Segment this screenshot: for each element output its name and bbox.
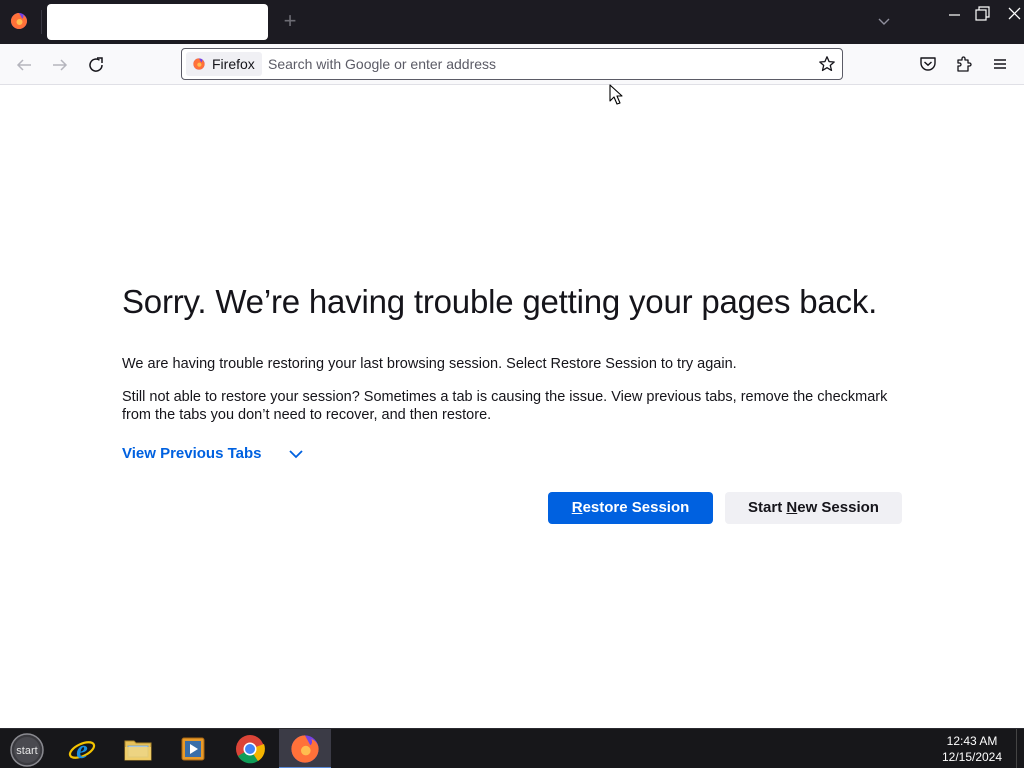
taskbar-app-media-player[interactable] [167, 729, 219, 768]
arrow-right-icon[interactable] [48, 53, 72, 77]
identity-label: Firefox [212, 56, 255, 72]
pocket-icon[interactable] [918, 54, 938, 74]
restore-window-icon[interactable] [969, 4, 995, 26]
mouse-cursor-icon [609, 84, 623, 105]
close-icon[interactable] [1002, 4, 1024, 26]
start-button[interactable]: start [8, 732, 46, 768]
new-session-label-before: Start [748, 499, 787, 516]
hamburger-icon[interactable] [990, 54, 1010, 74]
reload-icon[interactable] [84, 53, 108, 77]
system-clock[interactable]: 12:43 AM 12/15/2024 [930, 733, 1014, 765]
page-title: Sorry. We’re having trouble getting your… [122, 283, 878, 320]
arrow-left-icon[interactable] [12, 53, 36, 77]
internet-explorer-icon: e [68, 735, 96, 764]
clock-time: 12:43 AM [946, 734, 998, 748]
start-label: start [16, 745, 37, 757]
start-new-session-button[interactable]: Start New Session [725, 492, 902, 524]
url-input[interactable] [268, 52, 798, 76]
media-player-icon [181, 737, 205, 761]
firefox-logo-icon[interactable] [9, 11, 29, 31]
hint-text: Still not able to restore your session? … [122, 389, 888, 423]
restore-label-rest: estore Session [582, 499, 690, 516]
chrome-icon [236, 735, 265, 764]
clock-date: 12/15/2024 [941, 750, 1003, 764]
svg-text:e: e [76, 735, 88, 764]
folder-icon [124, 740, 152, 761]
minimize-icon[interactable] [942, 4, 968, 26]
new-session-accesskey: N [786, 499, 798, 516]
identity-box[interactable]: Firefox [186, 52, 262, 76]
new-session-label-after: ew Session [797, 499, 879, 516]
session-restore-page: Sorry. We’re having trouble getting your… [0, 86, 1024, 728]
restore-session-button[interactable]: Restore Session [548, 492, 713, 524]
show-desktop-button[interactable] [1016, 729, 1024, 768]
taskbar-app-chrome[interactable] [224, 729, 276, 768]
chevron-down-icon[interactable] [287, 446, 305, 462]
description-text: We are having trouble restoring your las… [122, 356, 737, 372]
chevron-down-icon[interactable] [874, 13, 894, 31]
address-bar[interactable]: Firefox [181, 48, 843, 80]
puzzle-icon[interactable] [954, 54, 974, 74]
new-tab-button[interactable]: + [278, 10, 302, 34]
view-previous-tabs-link[interactable]: View Previous Tabs [122, 445, 262, 465]
firefox-logo-icon [193, 58, 205, 70]
taskbar: start e 12:43 AM 12/15/2024 [0, 728, 1024, 768]
tab-active[interactable] [47, 4, 268, 40]
star-icon[interactable] [818, 55, 836, 73]
nav-bar: Firefox [0, 44, 1024, 85]
taskbar-app-internet-explorer[interactable]: e [56, 729, 108, 768]
restore-accesskey: R [571, 499, 583, 516]
firefox-icon [291, 735, 319, 763]
screen: + Firefox Search with Google or enter ad… [0, 0, 1024, 768]
taskbar-app-firefox[interactable] [279, 729, 331, 768]
taskbar-app-file-explorer[interactable] [112, 729, 164, 768]
tab-strip: + [0, 0, 1024, 44]
tabstrip-divider [41, 10, 42, 34]
